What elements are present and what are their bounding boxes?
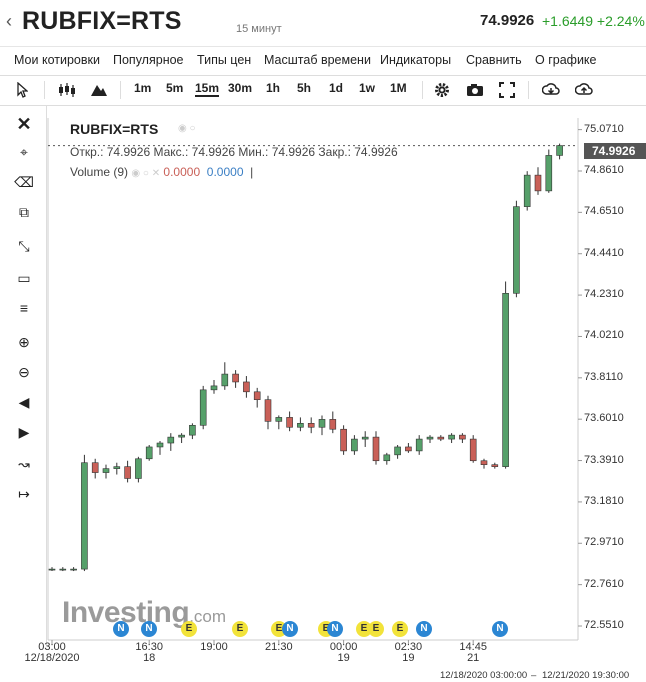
candle-body [556,145,563,156]
y-tick-label: 74.8610 [584,163,624,176]
candle-body [394,446,401,456]
candle-body [534,174,542,192]
y-tick-label: 72.5510 [584,619,624,631]
candle-body [145,446,153,460]
volume-label: Volume (9) [70,165,129,179]
candle-body [264,399,272,422]
candle-body [513,206,520,294]
candle-body [351,438,358,452]
legend-ohlc: Откр.: 74.9926 Макс.: 74.9926 Мин.: 74.9… [70,145,398,159]
candle-body [459,434,466,440]
candle-body [286,417,293,428]
volume-value-1: 0.0000 [163,165,201,179]
candle-body [156,442,164,448]
candle-body [178,434,185,438]
candle-body [502,293,509,467]
price-chart[interactable] [0,0,646,682]
y-tick-label: 73.3910 [584,453,624,466]
candle-body [221,373,229,387]
candle-body [329,419,337,430]
volume-value-2: 0.0000 [206,165,244,179]
candle-body [437,436,445,440]
event-badge[interactable]: N [492,621,508,637]
event-badge[interactable]: N [416,621,432,637]
candle-body [545,155,553,192]
candle-body [275,417,283,422]
legend-eye-icon[interactable]: ◉ ○ [178,123,196,134]
candle-body [448,434,455,440]
x-tick-sublabel: 19 [337,652,350,664]
candle-body [124,466,131,479]
candle-body [91,462,99,473]
y-tick-label: 73.6010 [584,412,624,425]
y-tick-label: 72.9710 [584,536,624,549]
candle-body [167,436,175,444]
event-badge[interactable]: E [181,621,197,637]
y-tick-label: 72.7610 [584,577,624,590]
candle-body [59,568,67,571]
candle-body [318,419,326,428]
y-tick-label: 74.0210 [584,329,624,342]
y-tick-label: 75.0710 [584,122,624,135]
range-start: 12/18/2020 03:00:00 [440,670,528,681]
event-badge[interactable]: N [113,621,129,637]
event-badge[interactable]: N [327,621,343,637]
x-tick-label: 19:00 [200,641,228,653]
y-tick-label: 74.4410 [584,246,624,259]
y-tick-label: 74.2310 [584,288,624,301]
candle-body [189,424,196,436]
candle-body [405,446,412,452]
range-end: 12/21/2020 19:30:00 [542,670,630,681]
candle-body [253,391,261,400]
candle-body [361,436,369,440]
candle-body [491,464,499,467]
candle-body [199,389,207,426]
event-badge[interactable]: N [141,621,157,637]
candle-body [426,436,434,440]
candle-body [480,460,488,465]
event-badge[interactable]: E [232,621,248,637]
candle-body [340,428,347,452]
candle-body [297,423,304,428]
current-price-tag: 74.9926 [584,143,646,159]
candle-body [243,381,250,393]
candle-body [70,568,77,571]
x-tick-sublabel: 12/18/2020 [24,652,80,664]
event-badge[interactable]: E [392,621,408,637]
legend-symbol: RUBFIX=RTS [70,121,159,137]
candle-body [232,373,239,383]
range-dash: – [531,670,537,681]
y-tick-label: 74.6510 [584,205,624,218]
y-tick-label: 73.1810 [584,494,624,507]
candle-body [415,438,423,452]
event-badge[interactable]: E [368,621,384,637]
volume-settings-icon[interactable]: ◉ ○ ✕ [131,168,160,179]
candle-body [210,385,218,391]
candle-body [469,438,477,462]
x-tick-sublabel: 21 [467,652,480,664]
x-tick-label: 21:30 [265,641,293,653]
candle-body [135,458,142,479]
candle-body [81,462,88,570]
volume-separator: | [250,165,254,179]
event-badge[interactable]: N [282,621,298,637]
y-tick-label: 73.8110 [584,370,623,383]
candle-body [383,454,391,462]
x-tick-sublabel: 18 [143,652,156,664]
chart-widget: ‹ RUBFIX=RTS 15 минут 74.9926 +1.6449 +2… [0,0,646,682]
x-tick-sublabel: 19 [402,652,415,664]
candle-body [113,466,121,469]
candle-body [523,174,531,207]
candle-body [372,436,380,462]
candle-body [48,568,56,571]
candle-body [307,423,315,428]
candle-body [102,468,110,473]
legend-volume: Volume (9) ◉ ○ ✕ 0.0000 0.0000 | [70,165,253,179]
